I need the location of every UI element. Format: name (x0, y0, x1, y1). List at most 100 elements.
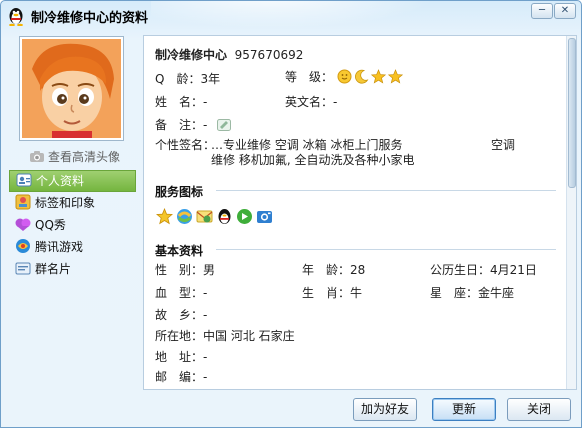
profile-content-panel[interactable]: 制冷维修中心 957670692 Q 龄：3年 等 级： 姓 名：- 英文名：- (143, 35, 577, 390)
view-hd-avatar-label: 查看高清头像 (48, 150, 121, 164)
basic-info-section-title: 基本资料 (155, 244, 204, 258)
qq-camera-icon[interactable] (256, 208, 273, 225)
qq-age-row: Q 龄：3年 (155, 70, 220, 87)
qq-star-icon[interactable] (156, 208, 173, 225)
refresh-button[interactable]: 更新 (432, 398, 496, 421)
name-value: - (203, 95, 208, 109)
qq-age-label: Q 龄： (155, 72, 201, 86)
sidebar-item-label: 标签和印象 (35, 196, 96, 210)
gender-row: 性 别：男 (155, 261, 215, 278)
age-label: 年 龄： (302, 263, 351, 277)
name-label: 姓 名： (155, 95, 204, 109)
level-label: 等 级： (285, 70, 334, 84)
constellation-value: 金牛座 (478, 286, 515, 300)
tag-impression-icon (15, 194, 31, 210)
birthday-value: 4月21日 (490, 263, 537, 277)
title-bar-decoration (151, 1, 451, 31)
hometown-value: - (203, 308, 208, 322)
services-divider (216, 190, 556, 191)
title-bar[interactable]: 制冷维修中心的资料 ─ ✕ (1, 1, 581, 31)
location-label: 所在地： (155, 329, 204, 343)
qq-number: 957670692 (234, 48, 304, 62)
window-title: 制冷维修中心的资料 (31, 11, 149, 26)
age-value: 28 (350, 263, 366, 277)
sidebar-item-games[interactable]: 腾讯游戏 (9, 236, 136, 258)
gender-value: 男 (203, 263, 216, 277)
edit-note-icon[interactable] (217, 119, 232, 131)
qq-browser-icon[interactable] (176, 208, 193, 225)
signature-line-2: 维修 移机加氟, 全自动洗及各种小家电 (211, 153, 415, 167)
address-label: 地 址： (155, 350, 204, 364)
blood-type-label: 血 型： (155, 286, 204, 300)
nickname: 制冷维修中心 (155, 48, 228, 62)
add-friend-button[interactable]: 加为好友 (353, 398, 417, 421)
zodiac-row: 生 肖：牛 (302, 284, 362, 301)
english-name-row: 英文名：- (285, 93, 337, 110)
hometown-label: 故 乡： (155, 308, 204, 322)
moon-icon[interactable] (354, 69, 369, 84)
sidebar: 查看高清头像 个人资料 标签和印象 QQ秀 腾讯游戏 群名片 (7, 31, 138, 391)
sidebar-item-tags[interactable]: 标签和印象 (9, 192, 136, 214)
blood-type-value: - (203, 286, 208, 300)
constellation-label: 星 座： (430, 286, 479, 300)
sidebar-item-profile[interactable]: 个人资料 (9, 170, 136, 192)
note-row: 备 注：- (155, 116, 232, 133)
services-section-title: 服务图标 (155, 185, 204, 199)
constellation-row: 星 座：金牛座 (430, 284, 514, 301)
qq-mail-icon[interactable] (196, 208, 213, 225)
group-card-icon (15, 262, 31, 275)
profile-header: 制冷维修中心 957670692 (155, 46, 303, 63)
profile-window: 制冷维修中心的资料 ─ ✕ 查看高清头像 个人资料 标签和印象 QQ秀 腾讯游戏… (0, 0, 582, 428)
tencent-games-icon (16, 239, 30, 253)
close-button[interactable]: 关闭 (507, 398, 571, 421)
sidebar-nav: 个人资料 标签和印象 QQ秀 腾讯游戏 群名片 (9, 170, 136, 280)
blood-type-row: 血 型：- (155, 284, 207, 301)
note-label: 备 注： (155, 118, 204, 132)
camera-icon (30, 151, 44, 162)
english-name-label: 英文名： (285, 95, 334, 109)
postcode-label: 邮 编： (155, 370, 204, 384)
minimize-button[interactable]: ─ (531, 3, 553, 19)
postcode-row: 邮 编：- (155, 368, 207, 385)
location-row: 所在地：中国 河北 石家庄 (155, 327, 295, 344)
address-value: - (203, 350, 208, 364)
sidebar-item-label: QQ秀 (35, 218, 66, 232)
profile-card-icon (16, 173, 32, 187)
zodiac-value: 牛 (350, 286, 363, 300)
sidebar-item-group-card[interactable]: 群名片 (9, 258, 136, 280)
avatar[interactable] (19, 36, 124, 141)
basic-info-divider (216, 249, 556, 250)
postcode-value: - (203, 370, 208, 384)
qq-age-value: 3年 (200, 72, 221, 86)
gender-label: 性 别： (155, 263, 204, 277)
hometown-row: 故 乡：- (155, 306, 207, 323)
view-hd-avatar-link[interactable]: 查看高清头像 (29, 148, 120, 165)
level-row: 等 级： (285, 68, 405, 85)
birthday-row: 公历生日：4月21日 (430, 261, 537, 278)
sun-icon[interactable] (337, 69, 352, 84)
english-name-value: - (333, 95, 338, 109)
age-row: 年 龄：28 (302, 261, 365, 278)
qq-show-icon (15, 218, 31, 231)
close-window-button[interactable]: ✕ (554, 3, 576, 19)
note-value: - (203, 118, 208, 132)
scrollbar-thumb[interactable] (568, 38, 576, 188)
star-icon[interactable] (387, 69, 403, 84)
location-value: 中国 河北 石家庄 (203, 329, 295, 343)
qq-penguin-logo-icon (9, 8, 23, 26)
sidebar-item-qq-show[interactable]: QQ秀 (9, 214, 136, 236)
sidebar-item-label: 群名片 (35, 262, 72, 276)
address-row: 地 址：- (155, 348, 207, 365)
qq-penguin-icon[interactable] (216, 208, 233, 225)
signature-label: 个性签名： (155, 138, 216, 152)
vertical-scrollbar[interactable] (566, 36, 576, 389)
qq-games-icon[interactable] (236, 208, 253, 225)
birthday-label: 公历生日： (430, 263, 491, 277)
name-row: 姓 名：- (155, 93, 207, 110)
star-icon[interactable] (370, 69, 386, 84)
zodiac-label: 生 肖： (302, 286, 351, 300)
avatar-image (22, 39, 121, 138)
sidebar-item-label: 腾讯游戏 (35, 240, 84, 254)
sidebar-item-label: 个人资料 (36, 174, 85, 188)
signature-line-1-tail: 空调 (491, 138, 516, 152)
